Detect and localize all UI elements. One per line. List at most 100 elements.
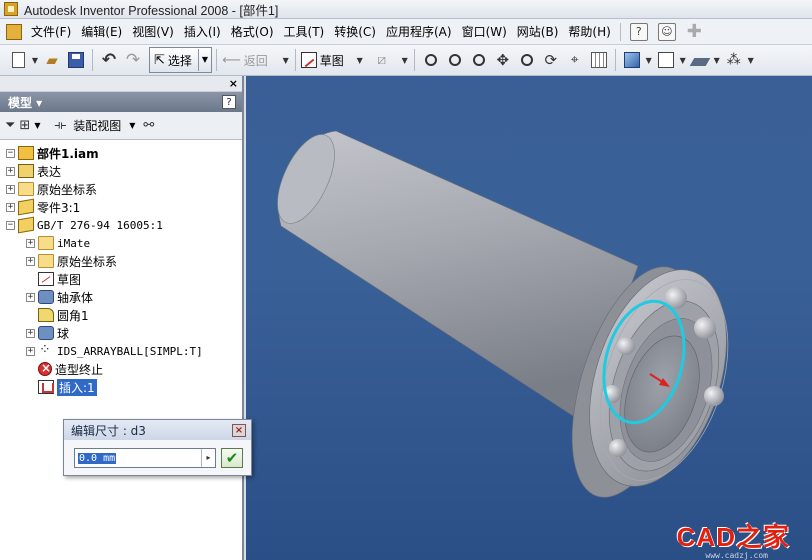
sketch-dropdown[interactable]: ▼ [355, 56, 365, 65]
dimension-value-input[interactable]: 0.0 mm ▸ [74, 448, 216, 468]
zoom-selected-button[interactable] [516, 48, 538, 72]
select-tool-button[interactable]: ⇱ 选择 ▼ [149, 47, 213, 73]
save-button[interactable] [65, 48, 87, 72]
zoom-button[interactable] [468, 48, 490, 72]
close-icon[interactable]: × [232, 423, 246, 437]
rotate-icon: ⟳ [544, 51, 558, 69]
flyout-arrow-icon[interactable]: ▸ [201, 449, 215, 467]
tree-node-bearing-body[interactable]: + 轴承体 [0, 288, 242, 306]
menu-file[interactable]: 文件(F) [26, 22, 76, 42]
revolve-feature-icon [38, 326, 54, 340]
open-file-button[interactable]: ▰ [41, 48, 63, 72]
back-dropdown[interactable]: ▼ [281, 56, 291, 65]
menu-convert[interactable]: 转换(C) [329, 22, 381, 42]
sketch-button[interactable]: 草图 [300, 48, 344, 72]
look-at-button[interactable]: ⌖ [564, 48, 586, 72]
assembly-view-label[interactable]: 装配视图 [73, 117, 121, 134]
browser-header[interactable]: 模型 ▾ ? [0, 92, 242, 112]
dialog-header[interactable]: 编辑尺寸 : d3 × [64, 420, 251, 440]
menu-tools[interactable]: 工具(T) [279, 22, 330, 42]
menu-website[interactable]: 网站(B) [512, 22, 564, 42]
rotate-button[interactable]: ⟳ [540, 48, 562, 72]
document-icon[interactable] [6, 23, 22, 40]
expand-icon[interactable]: + [26, 346, 35, 356]
camera-button[interactable] [655, 48, 677, 72]
assembly-icon [18, 146, 34, 160]
tree-node-ball[interactable]: + 球 [0, 324, 242, 342]
network-icon: ⁂ [726, 52, 741, 68]
standard-toolbar: ▼ ▰ ↶ ↷ ⇱ 选择 ▼ ⟵ 返回 ▼ 草图 ▼ ⧄ ▼ ✥ ⟳ ⌖ ▼ ▼… [0, 45, 812, 76]
tree-node-part3[interactable]: + 零件3:1 [0, 198, 242, 216]
zoom-all-button[interactable] [420, 48, 442, 72]
collapse-icon[interactable]: − [6, 148, 15, 158]
model-tree: − 部件1.iam + 表达 + 原始坐标系 + 零件3:1 − GB/T 27… [0, 140, 242, 396]
hierarchy-dropdown[interactable]: ▼ [34, 121, 40, 130]
expand-icon[interactable]: + [26, 328, 35, 338]
menu-insert[interactable]: 插入(I) [179, 22, 226, 42]
expand-icon[interactable]: + [6, 184, 15, 194]
tree-node-imate[interactable]: + iMate [0, 234, 242, 252]
update-button[interactable]: ⧄ [371, 48, 393, 72]
menu-view[interactable]: 视图(V) [127, 22, 179, 42]
watermark-logo: CAD之家 [677, 517, 790, 554]
user-help-icon[interactable]: ☺ [657, 22, 676, 41]
ground-shadow-button[interactable] [689, 48, 711, 72]
ground-shadow-dropdown[interactable]: ▼ [712, 56, 722, 65]
tree-node-representations[interactable]: + 表达 [0, 162, 242, 180]
update-dropdown[interactable]: ▼ [400, 56, 410, 65]
expand-icon[interactable]: + [26, 238, 35, 248]
accept-checkmark-button[interactable]: ✔ [221, 448, 243, 468]
assembly-view-dropdown[interactable]: ▼ [129, 121, 135, 130]
zoom-window-button[interactable] [444, 48, 466, 72]
grid-button[interactable] [588, 48, 610, 72]
model-render[interactable] [246, 76, 812, 560]
pan-button[interactable]: ✥ [492, 48, 514, 72]
select-tool-dropdown[interactable]: ▼ [197, 49, 208, 71]
expand-icon[interactable]: + [6, 166, 15, 176]
graphics-viewport[interactable]: CAD之家 www.cadzj.com [246, 76, 812, 560]
tree-node-origin[interactable]: + 原始坐标系 [0, 180, 242, 198]
tree-node-fillet[interactable]: 圆角1 [0, 306, 242, 324]
network-dropdown[interactable]: ▼ [746, 56, 756, 65]
tree-node-sketch[interactable]: 草图 [0, 270, 242, 288]
tree-node-origin-sub[interactable]: + 原始坐标系 [0, 252, 242, 270]
menu-edit[interactable]: 编辑(E) [76, 22, 127, 42]
camera-dropdown[interactable]: ▼ [678, 56, 688, 65]
new-file-icon [11, 52, 25, 68]
tree-node-insert-constraint[interactable]: 插入:1 [0, 378, 242, 396]
new-file-dropdown[interactable]: ▼ [30, 56, 40, 65]
tree-node-end-of-part[interactable]: 造型终止 [0, 360, 242, 378]
zoom-selected-icon [520, 54, 533, 66]
folder-icon [38, 254, 54, 268]
expand-icon[interactable]: + [26, 256, 35, 266]
tree-node-bearing[interactable]: − GB/T 276-94 16005:1 [0, 216, 242, 234]
tree-node-ball-pattern[interactable]: + IDS_ARRAYBALL[SIMPL:T] [0, 342, 242, 360]
redo-button[interactable]: ↷ [122, 48, 144, 72]
tree-node-root[interactable]: − 部件1.iam [0, 144, 242, 162]
tree-label: 造型终止 [55, 362, 104, 377]
network-button[interactable]: ⁂ [723, 48, 745, 72]
undo-button[interactable]: ↶ [98, 48, 120, 72]
close-panel-icon[interactable]: × [229, 77, 238, 90]
hierarchy-icon[interactable]: ⊞ [19, 118, 30, 133]
new-file-button[interactable] [7, 48, 29, 72]
find-binoculars-icon[interactable]: ⚯ [143, 118, 154, 133]
display-mode-dropdown[interactable]: ▼ [644, 56, 654, 65]
help-icon[interactable]: ? [629, 22, 648, 41]
add-icon[interactable]: ✚ [687, 22, 702, 41]
menu-format[interactable]: 格式(O) [226, 22, 279, 42]
expand-icon[interactable]: + [6, 202, 15, 212]
expand-icon[interactable]: + [26, 292, 35, 302]
filter-icon[interactable]: ⏷ [5, 118, 15, 133]
menu-applications[interactable]: 应用程序(A) [381, 22, 457, 42]
dimension-value[interactable]: 0.0 mm [78, 452, 117, 464]
menu-window[interactable]: 窗口(W) [457, 22, 512, 42]
fillet-icon [38, 308, 54, 322]
display-mode-button[interactable] [621, 48, 643, 72]
menu-help[interactable]: 帮助(H) [563, 22, 615, 42]
browser-help-icon[interactable]: ? [222, 95, 236, 109]
collapse-icon[interactable]: − [6, 220, 15, 230]
back-button[interactable]: ⟵ 返回 [222, 48, 268, 72]
browser-title[interactable]: 模型 ▾ [8, 94, 42, 111]
